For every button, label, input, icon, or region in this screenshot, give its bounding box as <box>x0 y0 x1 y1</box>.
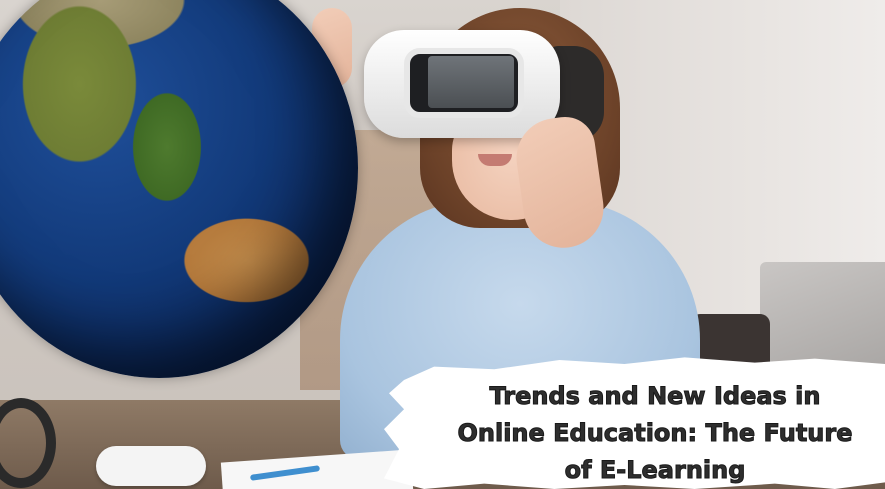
laptop <box>760 262 885 372</box>
vr-headset-screen <box>428 56 514 108</box>
caption-line-1: Trends and New Ideas in <box>489 382 821 411</box>
vr-controller <box>96 446 206 486</box>
caption-title: Trends and New Ideas in Online Education… <box>430 378 880 489</box>
hero-image: Trends and New Ideas in Online Education… <box>0 0 885 489</box>
caption-line-2: Online Education: The Future <box>457 419 853 448</box>
caption-line-3: of E-Learning <box>564 456 746 485</box>
